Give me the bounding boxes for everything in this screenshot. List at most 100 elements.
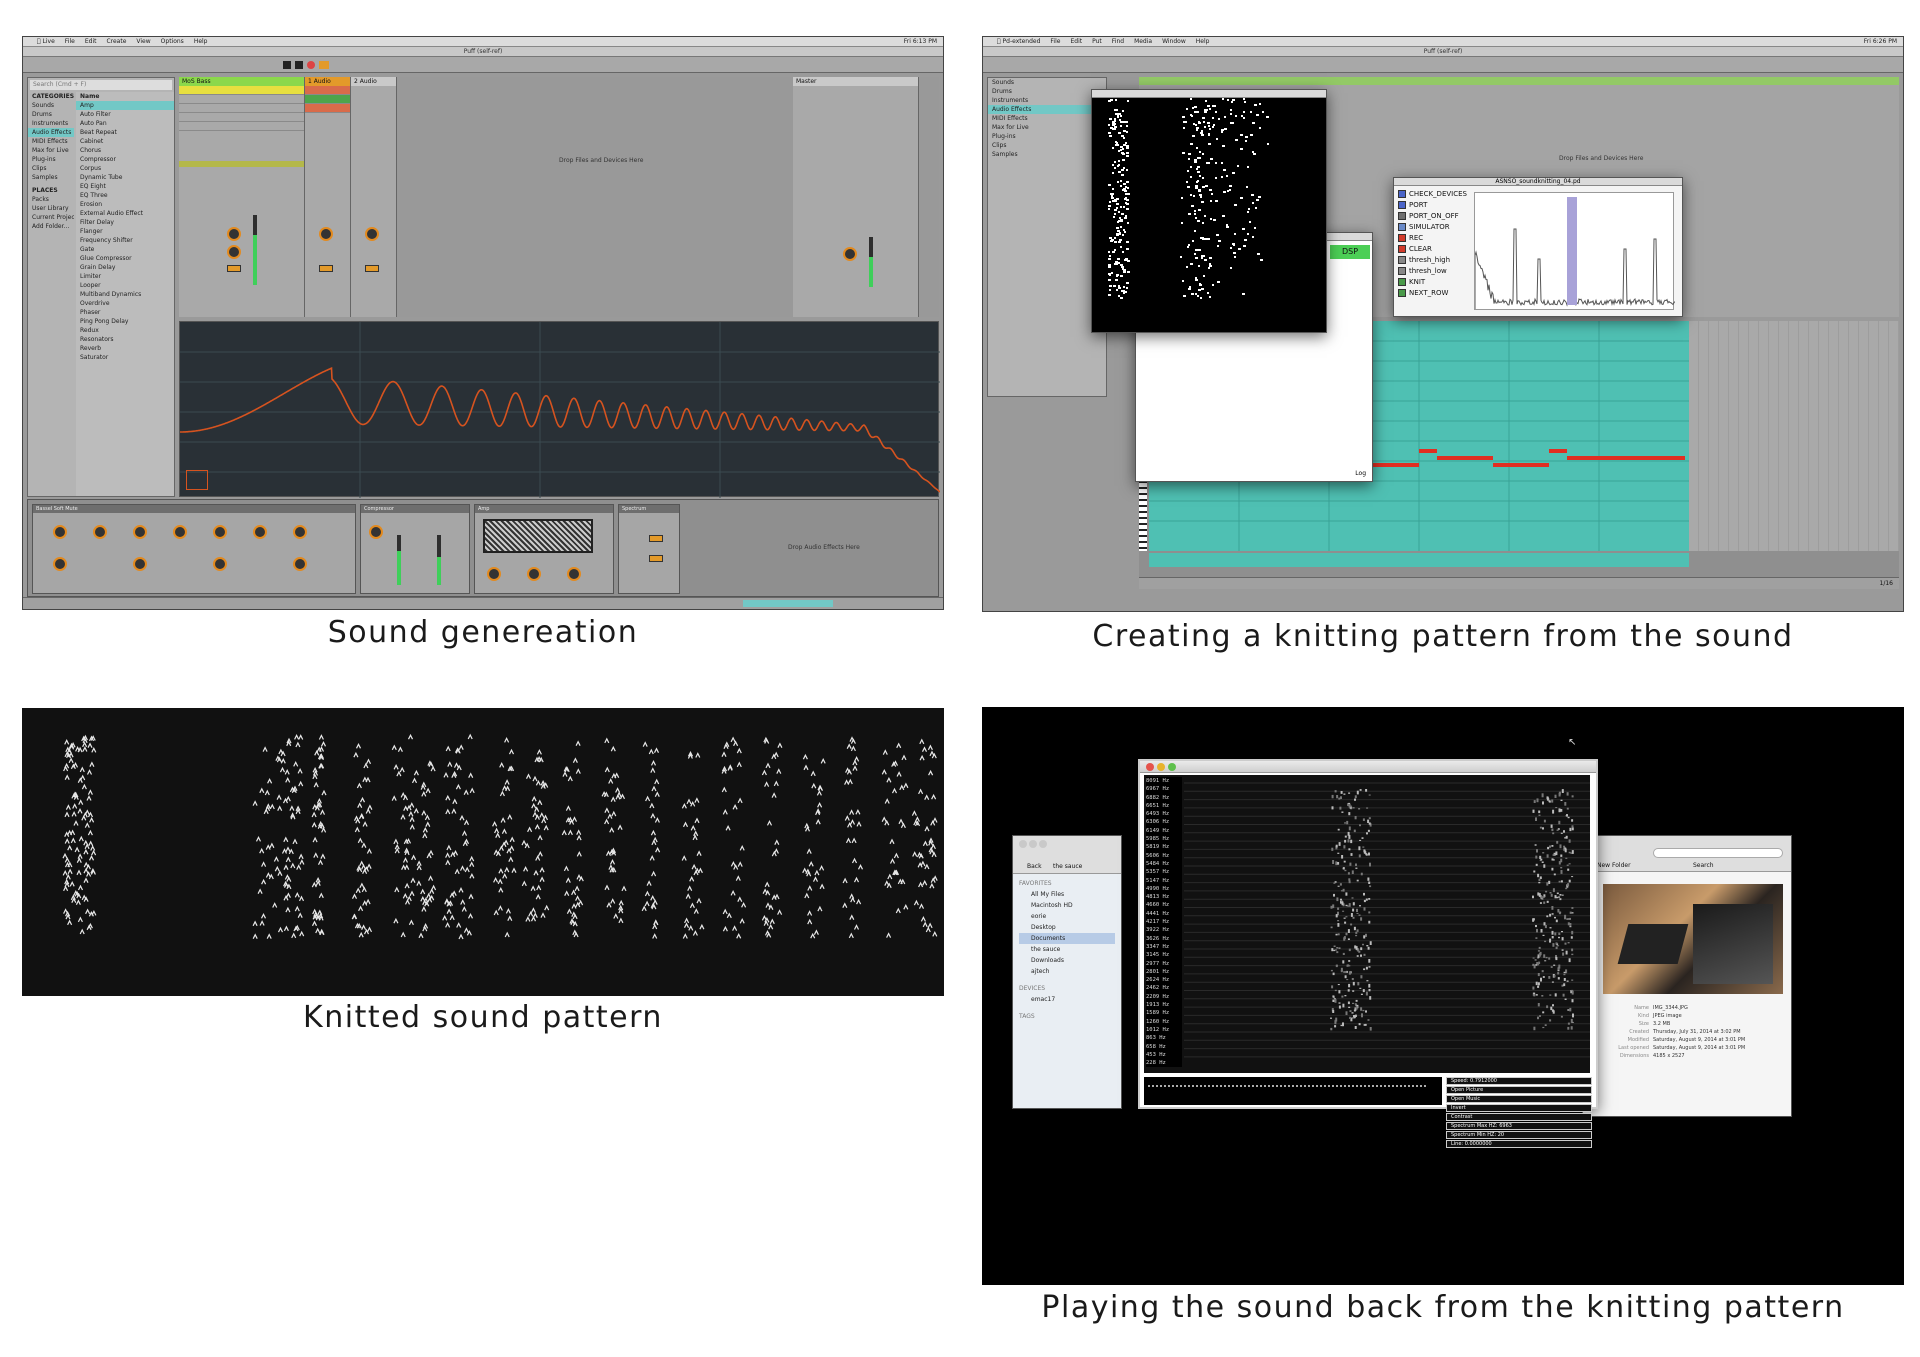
browser-item[interactable]: EQ Three [76, 191, 174, 200]
browser-item[interactable]: Phaser [76, 308, 174, 317]
place-item[interactable]: Add Folder... [28, 222, 74, 231]
device-item[interactable]: emac17 [1019, 994, 1115, 1005]
clip-slot[interactable] [305, 86, 350, 95]
device-knob[interactable] [133, 557, 147, 571]
drop-files-zone[interactable]: Drop Files and Devices Here [559, 157, 643, 164]
clip-slot[interactable] [179, 95, 304, 104]
solo-button[interactable] [365, 265, 379, 272]
control-3[interactable]: Invert [1446, 1104, 1592, 1112]
browser-item[interactable]: Looper [76, 281, 174, 290]
play-button[interactable] [283, 61, 291, 69]
spectrum-toggle[interactable] [649, 535, 663, 542]
device-knob[interactable] [133, 525, 147, 539]
track-header-master[interactable]: Master [793, 77, 918, 86]
patch-toggle-icon[interactable] [1398, 234, 1406, 242]
menu-item-media[interactable]: Media [1134, 38, 1152, 45]
control-7[interactable]: Line: 0.0000000 [1446, 1140, 1592, 1148]
control-2[interactable]: Open Music [1446, 1095, 1592, 1103]
zoom-icon[interactable] [1168, 763, 1176, 771]
track-header-audio-2[interactable]: 2 Audio [351, 77, 396, 86]
browser-item[interactable]: Filter Delay [76, 218, 174, 227]
menu-item-file[interactable]: File [65, 38, 75, 45]
clip-slot[interactable] [305, 95, 350, 104]
device-knob[interactable] [53, 525, 67, 539]
sidebar-item-macintosh-hd[interactable]: Macintosh HD [1019, 900, 1115, 911]
category-item[interactable]: Sounds [988, 78, 1106, 87]
patch-toggle-icon[interactable] [1398, 256, 1406, 264]
menu-item-edit[interactable]: Edit [85, 38, 97, 45]
close-icon[interactable] [1019, 840, 1027, 848]
place-item[interactable]: User Library [28, 204, 74, 213]
minimize-icon[interactable] [1029, 840, 1037, 848]
close-icon[interactable] [1146, 763, 1154, 771]
browser-item[interactable]: Flanger [76, 227, 174, 236]
record-button[interactable] [307, 61, 315, 69]
category-item[interactable]: MIDI Effects [988, 114, 1106, 123]
browser-item[interactable]: Cabinet [76, 137, 174, 146]
device-knob[interactable] [213, 525, 227, 539]
control-4[interactable]: Contrast [1446, 1113, 1592, 1121]
patch-toggle-icon[interactable] [1398, 289, 1406, 297]
analyzer-mode-icon[interactable] [186, 470, 208, 490]
menu-item-file[interactable]: File [1050, 38, 1060, 45]
category-item[interactable]: Max for Live [988, 123, 1106, 132]
patch-toggle-icon[interactable] [1398, 267, 1406, 275]
category-item[interactable]: Drums [988, 87, 1106, 96]
category-item[interactable]: Samples [28, 173, 74, 182]
browser-item[interactable]: Erosion [76, 200, 174, 209]
category-item[interactable]: Plug-ins [988, 132, 1106, 141]
menu-item-pd-extended[interactable]: Pd-extended [1003, 38, 1041, 45]
browser-item[interactable]: Auto Pan [76, 119, 174, 128]
device-knob[interactable] [293, 557, 307, 571]
track-activator[interactable] [179, 161, 304, 167]
device-knob[interactable] [253, 525, 267, 539]
browser-item[interactable]: External Audio Effect [76, 209, 174, 218]
sidebar-item-downloads[interactable]: Downloads [1019, 955, 1115, 966]
amp-knob[interactable] [527, 567, 541, 581]
browser-item[interactable]: Chorus [76, 146, 174, 155]
search-input[interactable]: Search (Cmd + F) [30, 80, 172, 90]
patch-object-next-row[interactable]: NEXT_ROW [1398, 289, 1478, 300]
sidebar-item-the-sauce[interactable]: the sauce [1019, 944, 1115, 955]
category-item[interactable]: Audio Effects [28, 128, 74, 137]
patch-toggle-icon[interactable] [1398, 212, 1406, 220]
drop-files-zone[interactable]: Drop Files and Devices Here [1559, 155, 1643, 162]
menu-item-live[interactable]: Live [43, 38, 55, 45]
category-item[interactable]: Audio Effects [988, 105, 1106, 114]
menu-item-edit[interactable]: Edit [1070, 38, 1082, 45]
control-0[interactable]: Speed: 0.7912000 [1446, 1077, 1592, 1085]
control-6[interactable]: Spectrum Min HZ: 20 [1446, 1131, 1592, 1139]
browser-item[interactable]: Redux [76, 326, 174, 335]
clip-slot[interactable] [179, 113, 304, 122]
browser-item[interactable]: Grain Delay [76, 263, 174, 272]
browser-item[interactable]: Reverb [76, 344, 174, 353]
solo-button[interactable] [319, 265, 333, 272]
category-item[interactable]: Samples [988, 150, 1106, 159]
patch-toggle-icon[interactable] [1398, 278, 1406, 286]
patch-toggle-icon[interactable] [1398, 223, 1406, 231]
browser-item[interactable]: Ping Pong Delay [76, 317, 174, 326]
apple-icon[interactable]:  [997, 38, 1001, 45]
sidebar-item-documents[interactable]: Documents [1019, 933, 1115, 944]
send-knob[interactable] [227, 245, 241, 259]
patch-toggle-icon[interactable] [1398, 190, 1406, 198]
spectrum-toggle[interactable] [649, 555, 663, 562]
patch-object-thresh-high[interactable]: thresh_high [1398, 256, 1478, 267]
patch-object-port-on-off[interactable]: PORT_ON_OFF [1398, 212, 1478, 223]
new-folder-button[interactable]: New Folder [1597, 862, 1631, 869]
sidebar-item-eorie[interactable]: eorie [1019, 911, 1115, 922]
menu-item-view[interactable]: View [136, 38, 150, 45]
patch-object-check-devices[interactable]: CHECK_DEVICES [1398, 190, 1478, 201]
stop-button[interactable] [295, 61, 303, 69]
browser-item[interactable]: Compressor [76, 155, 174, 164]
browser-item[interactable]: EQ Eight [76, 182, 174, 191]
track-header-mos-bass[interactable]: MoS Bass [179, 77, 304, 86]
amp-knob[interactable] [567, 567, 581, 581]
browser-item[interactable]: Auto Filter [76, 110, 174, 119]
search-input[interactable] [1653, 848, 1783, 858]
browser-item[interactable]: Gate [76, 245, 174, 254]
dsp-toggle[interactable]: DSP [1330, 245, 1370, 259]
drop-audio-effects-zone[interactable]: Drop Audio Effects Here [788, 544, 860, 551]
control-1[interactable]: Open Picture [1446, 1086, 1592, 1094]
browser-item[interactable]: Multiband Dynamics [76, 290, 174, 299]
